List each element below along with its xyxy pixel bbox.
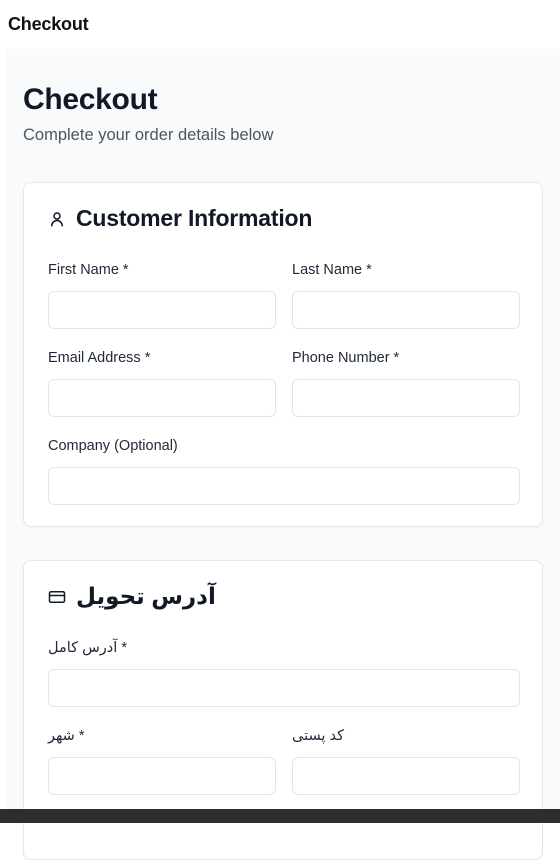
company-input[interactable] <box>48 467 520 505</box>
first-name-field: First Name * <box>48 261 276 329</box>
postal-code-input[interactable] <box>292 757 520 795</box>
credit-card-icon <box>48 588 66 606</box>
window-title: Checkout <box>8 14 89 34</box>
phone-input[interactable] <box>292 379 520 417</box>
bottom-scrollbar[interactable] <box>0 809 560 823</box>
full-address-field: * آدرس کامل <box>48 639 520 707</box>
shipping-address-title: آدرس تحویل <box>76 583 216 609</box>
city-label: * شهر <box>48 728 85 744</box>
user-icon <box>48 210 66 228</box>
company-field: Company (Optional) <box>48 437 520 505</box>
shipping-address-header: آدرس تحویل <box>48 583 216 610</box>
email-field: Email Address * <box>48 349 276 417</box>
email-label: Email Address * <box>48 350 151 366</box>
last-name-field: Last Name * <box>292 261 520 329</box>
checkout-page: Checkout Complete your order details bel… <box>7 49 560 860</box>
first-name-label: First Name * <box>48 262 129 278</box>
first-name-input[interactable] <box>48 291 276 329</box>
last-name-input[interactable] <box>292 291 520 329</box>
customer-information-card: Customer Information First Name * Last N… <box>23 182 543 527</box>
company-label: Company (Optional) <box>48 438 178 454</box>
customer-information-title: Customer Information <box>76 205 313 231</box>
last-name-label: Last Name * <box>292 262 372 278</box>
page-header: Checkout Complete your order details bel… <box>23 83 273 145</box>
page-title: Checkout <box>23 83 158 116</box>
full-address-input[interactable] <box>48 669 520 707</box>
postal-code-field: کد پستی <box>292 727 520 795</box>
postal-code-label: کد پستی <box>292 728 344 744</box>
city-input[interactable] <box>48 757 276 795</box>
city-field: * شهر <box>48 727 276 795</box>
page-subtitle: Complete your order details below <box>23 126 274 144</box>
customer-information-header: Customer Information <box>48 205 312 232</box>
phone-label: Phone Number * <box>292 350 400 366</box>
email-input[interactable] <box>48 379 276 417</box>
full-address-label: * آدرس کامل <box>48 640 127 656</box>
phone-field: Phone Number * <box>292 349 520 417</box>
